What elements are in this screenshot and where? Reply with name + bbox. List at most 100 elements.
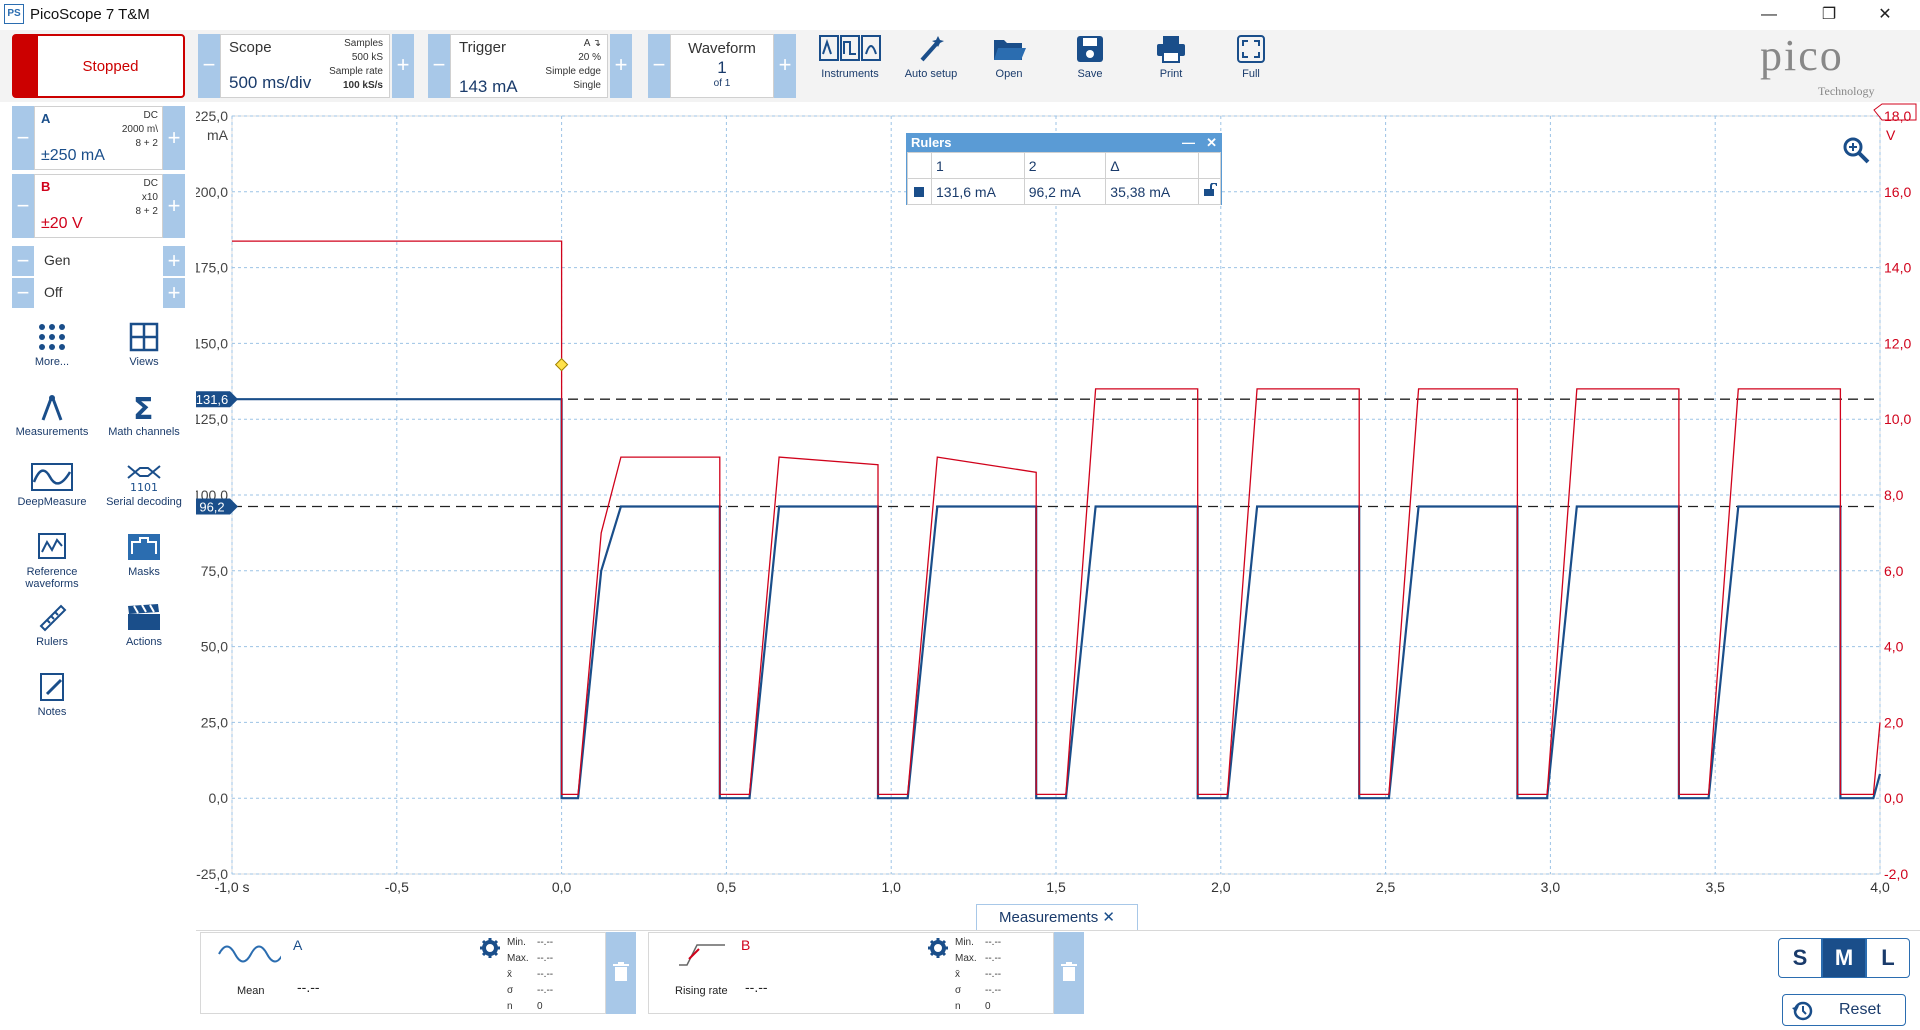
stat-label-mean: x̄ bbox=[955, 969, 960, 980]
channel-b-minus-button[interactable]: − bbox=[12, 174, 34, 238]
gear-icon[interactable] bbox=[927, 937, 949, 959]
gen-state-plus-button[interactable]: + bbox=[163, 278, 185, 308]
x-tick-label: 2,0 bbox=[1211, 879, 1231, 895]
gen-plus-button[interactable]: + bbox=[163, 246, 185, 276]
reference-waveforms-button[interactable]: Reference waveforms bbox=[6, 532, 98, 590]
instruments-button[interactable]: Instruments bbox=[815, 34, 885, 98]
pico-brand-logo: pico bbox=[1760, 31, 1844, 80]
y-left-tick-label: 25,0 bbox=[201, 714, 228, 730]
size-small-button[interactable]: S bbox=[1778, 938, 1822, 978]
clapperboard-icon bbox=[128, 604, 160, 630]
x-tick-label: 0,5 bbox=[717, 879, 737, 895]
scope-label: Scope bbox=[229, 39, 272, 56]
zoom-icon[interactable] bbox=[1842, 136, 1870, 169]
save-button[interactable]: Save bbox=[1055, 34, 1125, 98]
delete-measurement-a-button[interactable] bbox=[606, 932, 636, 1014]
measurements-divider bbox=[196, 930, 1920, 931]
compass-icon bbox=[41, 395, 63, 421]
reset-label: Reset bbox=[1839, 1001, 1881, 1018]
run-stop-button[interactable]: Stopped bbox=[12, 34, 185, 98]
more-button[interactable]: More... bbox=[6, 322, 98, 368]
scope-control[interactable]: Scope 500 ms/div Samples 500 kS Sample r… bbox=[220, 34, 390, 98]
auto-setup-button[interactable]: Auto setup bbox=[896, 34, 966, 98]
stat-label-min: Min. bbox=[507, 937, 526, 948]
gen-label: Gen bbox=[44, 252, 71, 268]
y-right-tick-label: 10,0 bbox=[1884, 411, 1911, 427]
waveform-control[interactable]: Waveform 1 of 1 bbox=[670, 34, 774, 98]
waveform-chart[interactable]: 225,0200,0175,0150,0125,0100,075,050,025… bbox=[193, 102, 1920, 896]
rulers-col-1: 1 bbox=[931, 152, 1025, 179]
reset-button[interactable]: Reset bbox=[1782, 994, 1906, 1026]
channel-b-name: B bbox=[41, 179, 51, 194]
fullscreen-icon bbox=[1237, 35, 1265, 63]
channel-a-coupling: DC bbox=[143, 110, 158, 121]
deepmeasure-button[interactable]: DeepMeasure bbox=[6, 462, 98, 508]
measurement-b-value: --.-- bbox=[745, 979, 768, 995]
measurement-card-b[interactable]: B Rising rate --.-- Min. Max. x̄ σ n --.… bbox=[648, 932, 1054, 1014]
stat-b-mean: --.-- bbox=[985, 969, 1002, 980]
waveform-next-button[interactable]: + bbox=[774, 34, 796, 98]
y-left-tick-label: 125,0 bbox=[196, 411, 228, 427]
rulers-channel-swatch bbox=[907, 178, 932, 205]
scope-view[interactable]: 225,0 200,0 175,0 150,0 125,0 100,0 75,0 50,0 25… bbox=[193, 102, 1920, 896]
measurement-card-a[interactable]: A Mean --.-- Min. Max. x̄ σ n --.-- --.-… bbox=[200, 932, 606, 1014]
app-logo-icon: PS bbox=[4, 4, 24, 24]
timebase-plus-button[interactable]: + bbox=[392, 34, 414, 98]
channel-b-control[interactable]: B ±20 V DC x10 8 + 2 bbox=[34, 174, 163, 238]
channel-a-minus-button[interactable]: − bbox=[12, 106, 34, 170]
rulers-panel[interactable]: Rulers — ✕ 1 2 Δ 131,6 mA 96,2 mA 35,38 … bbox=[906, 133, 1222, 205]
views-button[interactable]: Views bbox=[98, 322, 190, 368]
delete-measurement-b-button[interactable] bbox=[1054, 932, 1084, 1014]
size-large-button[interactable]: L bbox=[1866, 938, 1910, 978]
ruler-icon bbox=[39, 604, 67, 632]
print-button[interactable]: Print bbox=[1136, 34, 1206, 98]
stat-a-max: --.-- bbox=[537, 953, 554, 964]
x-tick-label: 1,5 bbox=[1046, 879, 1066, 895]
minimize-button[interactable]: — bbox=[1746, 0, 1792, 30]
trigger-type: Simple edge bbox=[545, 66, 601, 77]
gen-state-minus-button[interactable]: − bbox=[12, 278, 34, 308]
notes-button[interactable]: Notes bbox=[6, 672, 98, 718]
masks-button[interactable]: Masks bbox=[98, 532, 190, 578]
ruler-2-value: 96,2 mA bbox=[1023, 178, 1107, 205]
timebase-minus-button[interactable]: − bbox=[198, 34, 220, 98]
math-channels-button[interactable]: Σ Math channels bbox=[98, 392, 190, 438]
channel-a-control[interactable]: A ±250 mA DC 2000 m\ 8 + 2 bbox=[34, 106, 163, 170]
actions-button[interactable]: Actions bbox=[98, 602, 190, 648]
unlock-icon[interactable] bbox=[1198, 178, 1221, 205]
x-tick-label: 4,0 bbox=[1870, 879, 1890, 895]
folder-open-icon bbox=[994, 40, 1026, 60]
stat-b-min: --.-- bbox=[985, 937, 1002, 948]
y-left-tick-label: 50,0 bbox=[201, 639, 228, 655]
channel-b-plus-button[interactable]: + bbox=[163, 174, 185, 238]
rulers-close-button[interactable]: ✕ bbox=[1206, 134, 1217, 152]
rulers-minimize-button[interactable]: — bbox=[1182, 134, 1195, 152]
stat-label-min: Min. bbox=[955, 937, 974, 948]
maximize-button[interactable]: ❐ bbox=[1806, 0, 1852, 30]
close-button[interactable]: ✕ bbox=[1862, 0, 1908, 30]
measurements-side-button[interactable]: Measurements bbox=[6, 392, 98, 438]
trigger-minus-button[interactable]: − bbox=[428, 34, 450, 98]
rulers-side-button[interactable]: Rulers bbox=[6, 602, 98, 648]
gear-icon[interactable] bbox=[479, 937, 501, 959]
fullscreen-button[interactable]: Full bbox=[1216, 34, 1286, 98]
size-medium-button[interactable]: M bbox=[1822, 938, 1866, 978]
waveform-prev-button[interactable]: − bbox=[648, 34, 670, 98]
serial-decoding-button[interactable]: 1101 Serial decoding bbox=[98, 462, 190, 508]
trigger-pretrigger: 20 % bbox=[578, 52, 601, 63]
x-tick-label: -0,5 bbox=[385, 879, 409, 895]
gen-minus-button[interactable]: − bbox=[12, 246, 34, 276]
channel-a-name: A bbox=[41, 111, 51, 126]
brand-subtitle: Technology bbox=[1818, 84, 1875, 98]
trigger-plus-button[interactable]: + bbox=[610, 34, 632, 98]
channel-a-plus-button[interactable]: + bbox=[163, 106, 185, 170]
open-button[interactable]: Open bbox=[974, 34, 1044, 98]
trigger-control[interactable]: Trigger 143 mA A ↴ 20 % Simple edge Sing… bbox=[450, 34, 608, 98]
measurements-tab[interactable]: Measurements ✕ bbox=[976, 904, 1138, 930]
stat-label-n: n bbox=[955, 1001, 961, 1012]
x-tick-label: 1,0 bbox=[881, 879, 901, 895]
notes-icon bbox=[40, 673, 64, 701]
rulers-table: 1 2 Δ 131,6 mA 96,2 mA 35,38 mA bbox=[907, 152, 1221, 205]
svg-text:1101: 1101 bbox=[130, 481, 158, 492]
measurements-tab-close-icon[interactable]: ✕ bbox=[1102, 909, 1115, 926]
